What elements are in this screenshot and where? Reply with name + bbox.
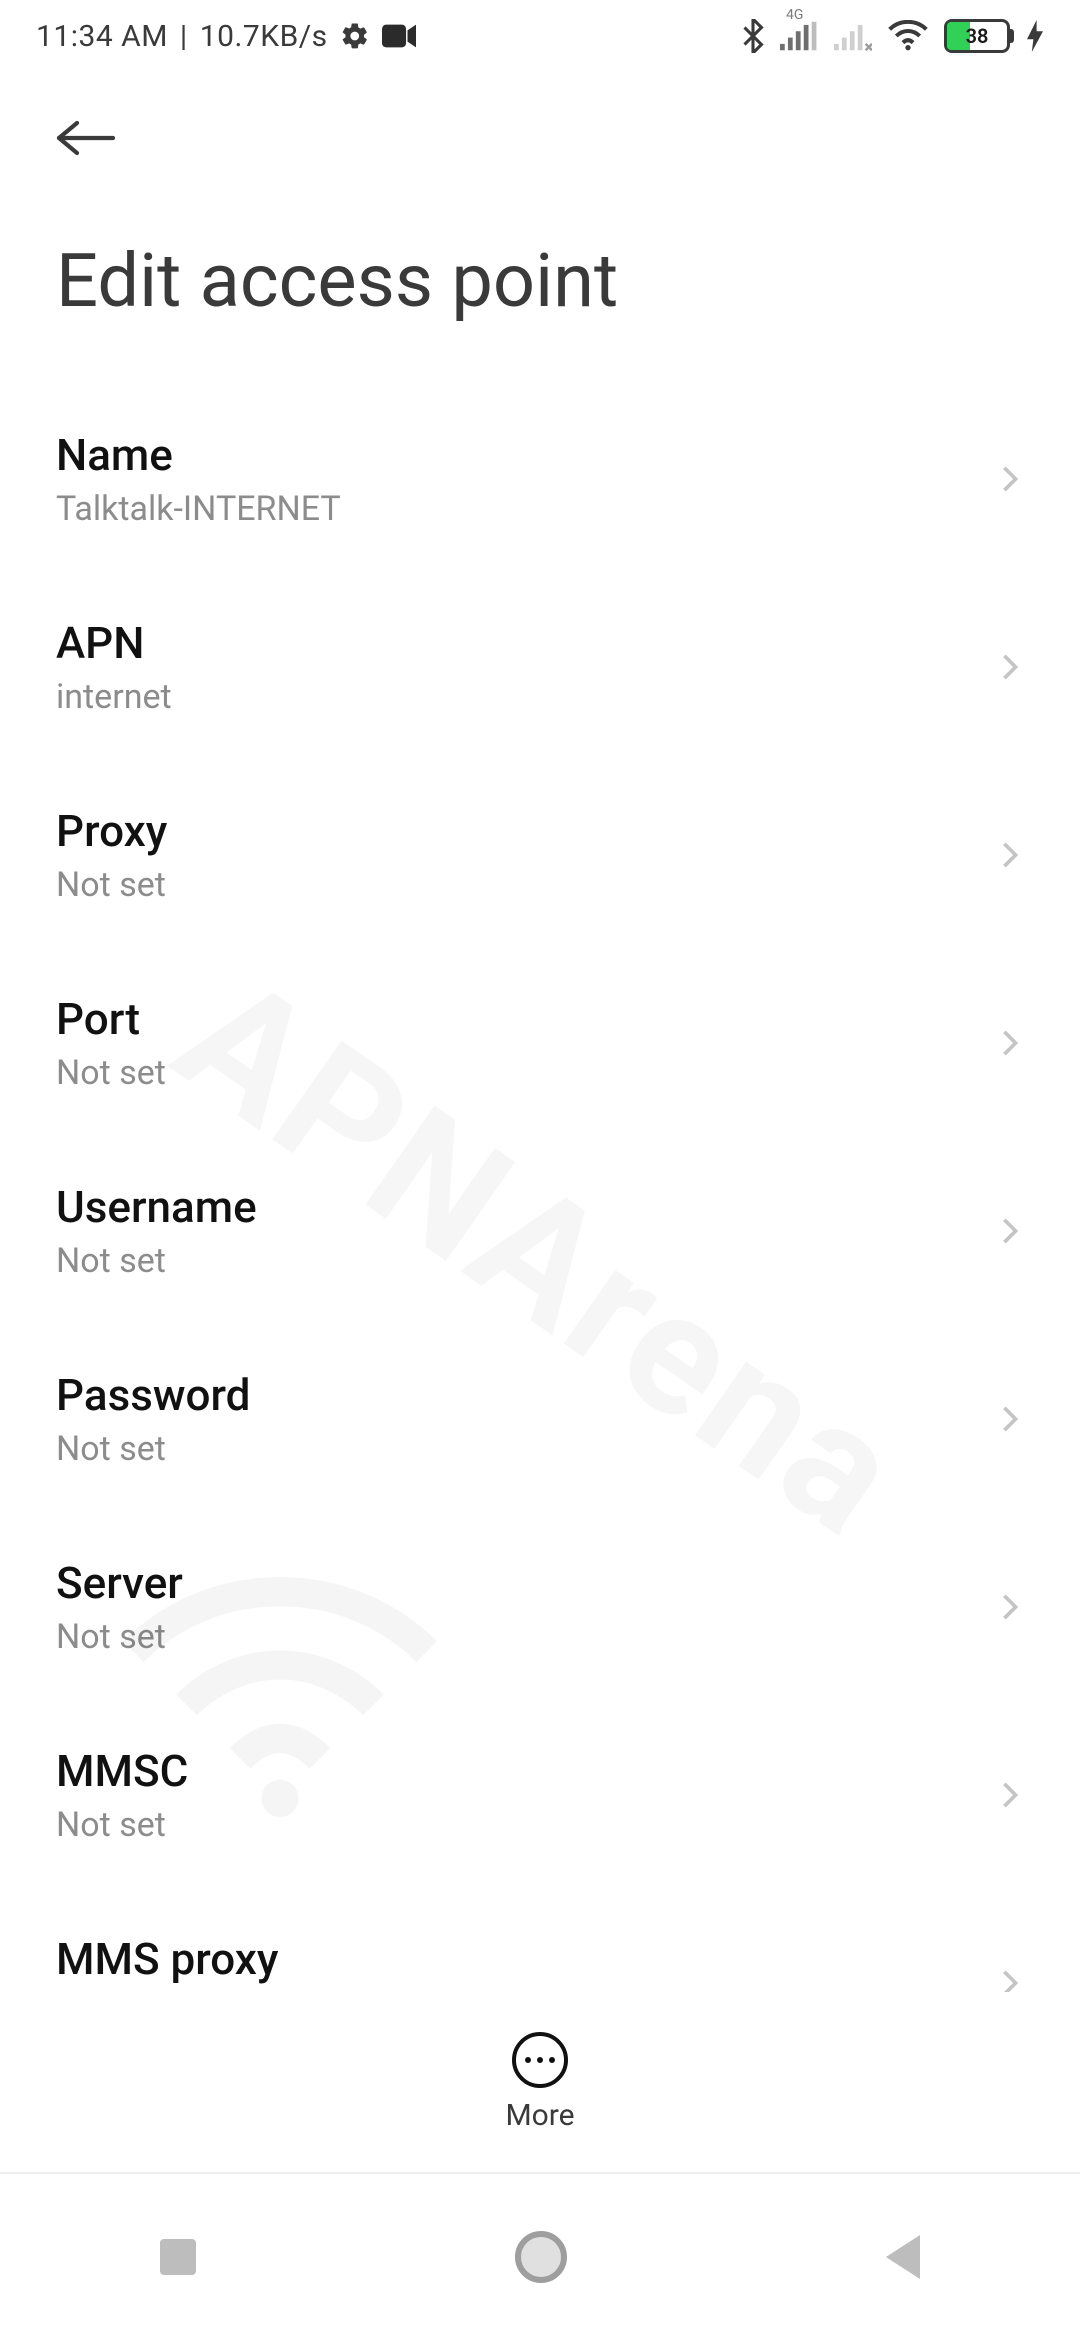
gear-icon: [340, 21, 370, 51]
nav-home-button[interactable]: [515, 2231, 567, 2283]
app-bar: [0, 72, 1080, 168]
more-bar: More: [0, 1992, 1080, 2172]
system-nav-bar: [0, 2172, 1080, 2340]
chevron-right-icon: [996, 1593, 1024, 1621]
settings-list: APNArena Name Talktalk-INTERNET APN inte…: [0, 385, 1080, 2127]
page-title: Edit access point: [0, 168, 1080, 385]
more-button[interactable]: [512, 2032, 568, 2088]
back-button[interactable]: [56, 108, 116, 168]
dot-icon: [537, 2057, 543, 2063]
dot-icon: [525, 2057, 531, 2063]
signal-4g-label: 4G: [786, 7, 803, 23]
status-divider: |: [180, 19, 188, 54]
row-value: internet: [56, 677, 172, 717]
row-apn[interactable]: APN internet: [0, 573, 1080, 761]
row-title: Name: [56, 429, 341, 481]
bluetooth-icon: [742, 19, 764, 53]
row-value: Not set: [56, 1617, 183, 1657]
row-value: Not set: [56, 1053, 166, 1093]
row-value: Talktalk-INTERNET: [56, 489, 341, 529]
row-server[interactable]: Server Not set: [0, 1513, 1080, 1701]
row-title: Password: [56, 1369, 250, 1421]
wifi-icon: [888, 20, 928, 52]
row-mmsc[interactable]: MMSC Not set: [0, 1701, 1080, 1889]
row-value: Not set: [56, 865, 167, 905]
row-title: Proxy: [56, 805, 167, 857]
row-title: MMSC: [56, 1745, 188, 1797]
row-proxy[interactable]: Proxy Not set: [0, 761, 1080, 949]
row-title: MMS proxy: [56, 1933, 278, 1985]
charging-icon: [1026, 20, 1044, 52]
status-net-speed: 10.7KB/s: [200, 19, 328, 54]
chevron-right-icon: [996, 653, 1024, 681]
row-value: Not set: [56, 1805, 188, 1845]
signal-2-icon: [834, 21, 872, 51]
signal-1-icon: 4G: [780, 21, 818, 51]
row-value: Not set: [56, 1241, 257, 1281]
chevron-right-icon: [996, 841, 1024, 869]
dot-icon: [549, 2057, 555, 2063]
chevron-right-icon: [996, 1217, 1024, 1245]
row-password[interactable]: Password Not set: [0, 1325, 1080, 1513]
row-title: Server: [56, 1557, 183, 1609]
row-port[interactable]: Port Not set: [0, 949, 1080, 1137]
row-name[interactable]: Name Talktalk-INTERNET: [0, 385, 1080, 573]
row-title: APN: [56, 617, 172, 669]
status-time: 11:34 AM: [36, 19, 168, 54]
battery-percent: 38: [947, 24, 1007, 48]
row-title: Port: [56, 993, 166, 1045]
row-username[interactable]: Username Not set: [0, 1137, 1080, 1325]
more-label: More: [505, 2098, 574, 2133]
arrow-left-icon: [56, 114, 116, 162]
chevron-right-icon: [996, 465, 1024, 493]
chevron-right-icon: [996, 1029, 1024, 1057]
camera-icon: [382, 24, 416, 48]
chevron-right-icon: [996, 1405, 1024, 1433]
status-bar: 11:34 AM | 10.7KB/s 4G 38: [0, 0, 1080, 72]
row-title: Username: [56, 1181, 257, 1233]
nav-back-button[interactable]: [886, 2235, 920, 2279]
battery-icon: 38: [944, 19, 1010, 53]
row-value: Not set: [56, 1429, 250, 1469]
nav-recent-button[interactable]: [160, 2239, 196, 2275]
chevron-right-icon: [996, 1781, 1024, 1809]
